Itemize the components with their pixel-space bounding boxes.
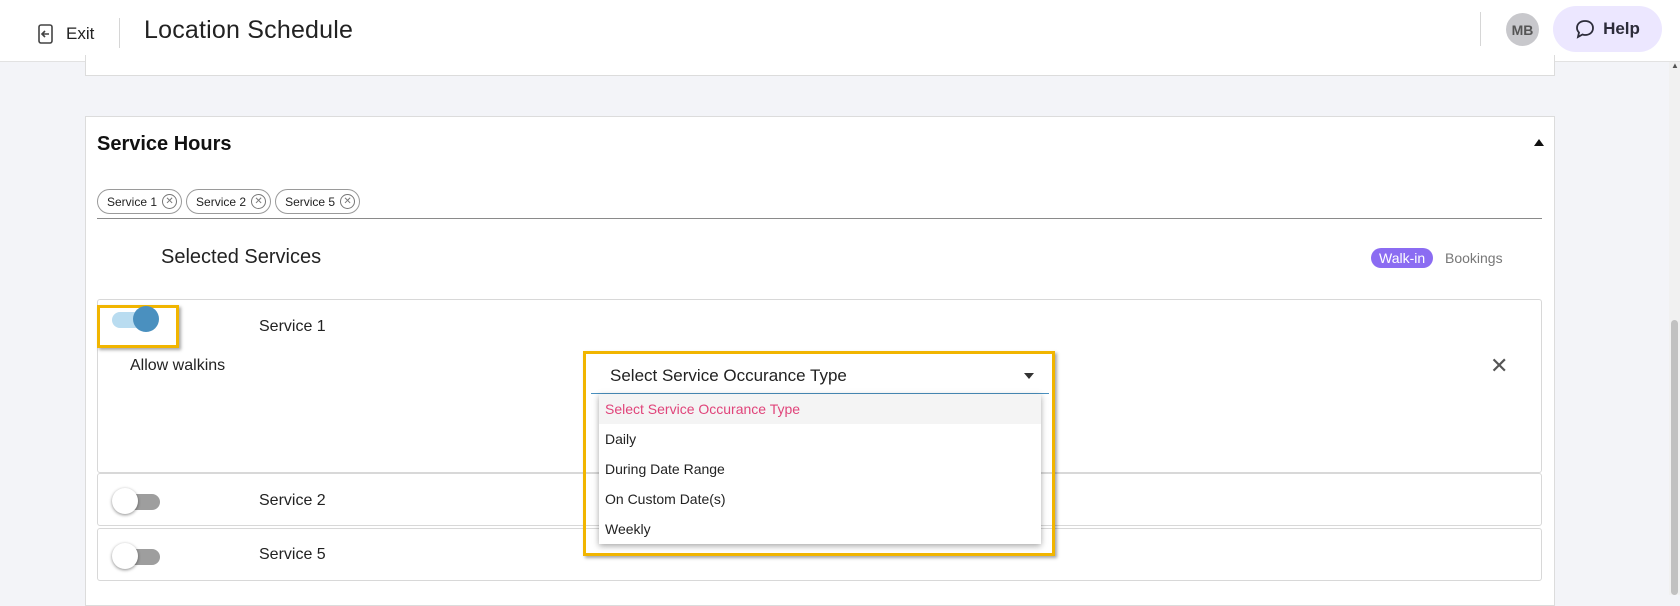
exit-icon: [38, 24, 53, 44]
previous-section-card: [85, 55, 1555, 76]
toggle-knob: [112, 488, 138, 514]
page-title: Location Schedule: [144, 16, 354, 44]
chip-label: Service 5: [285, 194, 336, 209]
header-divider: [1480, 12, 1481, 46]
scroll-up-icon[interactable]: ▲: [1671, 62, 1679, 70]
dropdown-option[interactable]: Select Service Occurance Type: [599, 394, 1041, 424]
remove-chip-icon[interactable]: ✕: [340, 194, 356, 209]
help-label: Help: [1603, 19, 1640, 38]
header-divider: [119, 18, 120, 48]
chip-label: Service 1: [107, 194, 158, 209]
service-chip: Service 1 ✕: [97, 189, 183, 214]
dropdown-option[interactable]: During Date Range: [599, 454, 1041, 484]
chat-bubble-icon: [1576, 20, 1594, 39]
select-value: Select Service Occurance Type: [610, 366, 847, 385]
help-button[interactable]: Help: [1553, 6, 1662, 52]
service-chip: Service 5 ✕: [275, 189, 361, 214]
bookings-tab[interactable]: Bookings: [1445, 250, 1503, 266]
chip-label: Service 2: [196, 194, 247, 209]
close-icon[interactable]: ✕: [1490, 355, 1508, 377]
chip-input-underline: [97, 218, 1542, 219]
remove-chip-icon[interactable]: ✕: [162, 194, 178, 209]
service-5-toggle[interactable]: [112, 543, 160, 569]
scrollbar-thumb[interactable]: [1671, 320, 1678, 595]
exit-label: Exit: [66, 24, 95, 43]
service-chips: Service 1 ✕ Service 2 ✕ Service 5 ✕: [97, 189, 361, 214]
service-name: Service 5: [259, 546, 326, 563]
dropdown-option[interactable]: Weekly: [599, 514, 1041, 544]
service-2-toggle[interactable]: [112, 488, 160, 514]
selected-services-title: Selected Services: [161, 246, 322, 268]
collapse-icon[interactable]: [1534, 139, 1544, 146]
toggle-knob: [133, 306, 159, 332]
service-1-toggle[interactable]: [112, 306, 159, 332]
allow-walkins-label: Allow walkins: [130, 357, 226, 374]
service-name: Service 1: [259, 318, 326, 335]
exit-button[interactable]: Exit: [38, 22, 94, 46]
remove-chip-icon[interactable]: ✕: [251, 194, 267, 209]
toggle-knob: [112, 543, 138, 569]
occurrence-type-select[interactable]: Select Service Occurance Type: [591, 357, 1049, 394]
walk-in-tab[interactable]: Walk-in: [1371, 248, 1434, 268]
top-header: Exit Location Schedule MB Help: [0, 0, 1680, 62]
avatar[interactable]: MB: [1506, 13, 1539, 46]
chevron-down-icon: [1024, 373, 1034, 379]
occurrence-type-dropdown: Select Service Occurance Type Daily Duri…: [599, 394, 1041, 544]
dropdown-option[interactable]: On Custom Date(s): [599, 484, 1041, 514]
section-title: Service Hours: [97, 133, 232, 155]
service-chip: Service 2 ✕: [186, 189, 272, 214]
service-name: Service 2: [259, 492, 326, 509]
dropdown-option[interactable]: Daily: [599, 424, 1041, 454]
